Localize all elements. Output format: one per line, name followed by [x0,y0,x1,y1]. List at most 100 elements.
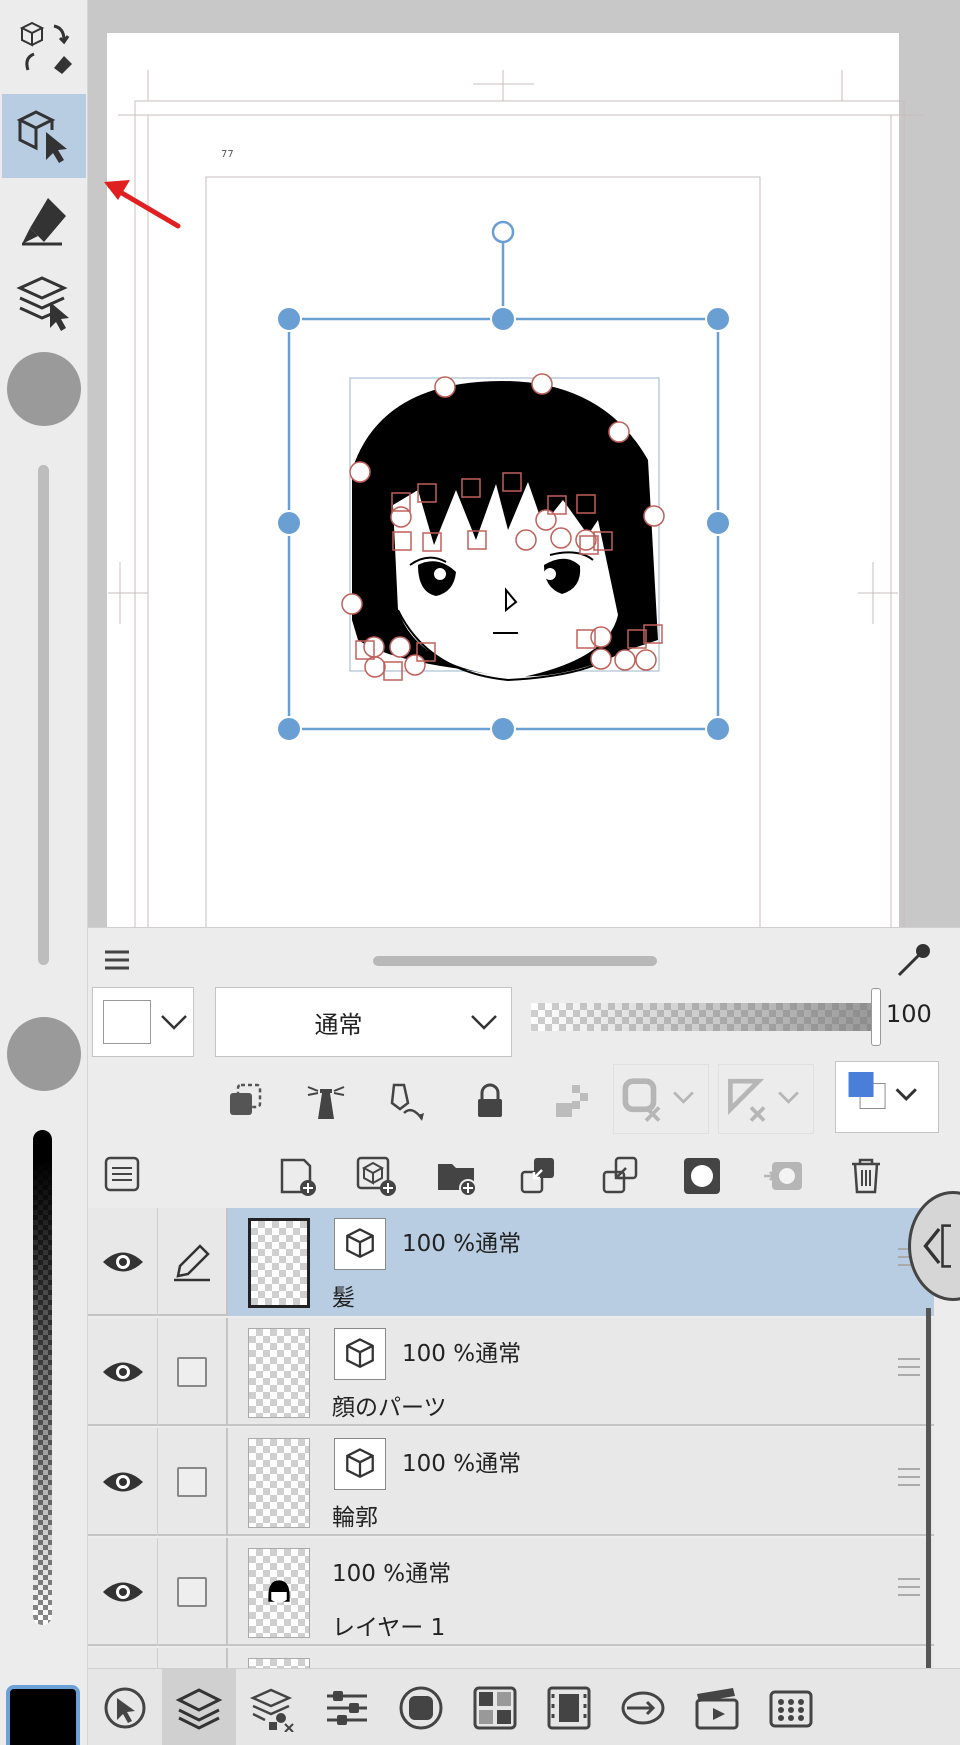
eyedropper-button[interactable] [888,936,938,986]
layer-row-main[interactable]: 100 %通常 髪 [228,1208,934,1316]
ruler-off-icon [728,1078,799,1122]
layer-thumbnail [248,1438,310,1528]
tab-layer-property[interactable] [236,1669,310,1745]
layer-name: 顔のパーツ [332,1395,447,1421]
drag-handle[interactable] [898,1358,920,1386]
brush-opacity-slider[interactable] [33,1130,52,1625]
transfer-to-lower-button[interactable] [508,1146,568,1206]
drag-handle[interactable] [898,1468,920,1496]
layer-color-select[interactable] [92,987,194,1057]
visibility-toggle[interactable] [88,1318,158,1426]
menu-icon [769,1690,813,1728]
lighthouse-icon [307,1086,345,1119]
tab-tool[interactable] [88,1669,162,1745]
clip-layer-button[interactable] [216,1071,276,1131]
color-icon [473,1686,517,1730]
canvas-drawing[interactable] [88,0,960,927]
merge-down-icon [602,1156,638,1194]
layer-property-button[interactable] [94,1146,150,1202]
layer-select-icon [16,276,69,331]
layer-row[interactable] [88,1648,934,1668]
panel-grabber[interactable] [373,956,657,966]
apply-mask-button[interactable] [754,1146,814,1206]
transform-handle-right[interactable] [705,510,731,536]
lock-icon [478,1083,502,1117]
tab-tool-property[interactable] [310,1669,384,1745]
layer-row-main[interactable]: 100 %通常 輪郭 [228,1428,934,1536]
tab-sub-tool[interactable] [384,1669,458,1745]
edit-target-checkbox[interactable] [158,1318,228,1426]
layer-color-mode-select[interactable] [835,1061,939,1133]
edit-target-checkbox[interactable] [158,1428,228,1536]
transform-handle-bottom-right[interactable] [705,716,731,742]
3d-cube-icon [346,1338,374,1368]
layer-blend-label: 100 %通常 [402,1341,522,1367]
layer-row[interactable]: 100 %通常 顔のパーツ [88,1318,934,1426]
transform-handle-left[interactable] [276,510,302,536]
visibility-toggle[interactable] [88,1538,158,1646]
clip-icon [230,1083,262,1115]
layer-opacity-handle[interactable] [871,988,881,1046]
new-folder-button[interactable] [426,1146,486,1206]
pen-icon [22,198,66,246]
layer-row[interactable]: 100 %通常 輪郭 [88,1428,934,1536]
layer-list-icon [104,1156,140,1192]
tab-timeline[interactable] [680,1669,754,1745]
layer-name: 髪 [332,1285,355,1311]
transform-handle-bottom[interactable] [490,716,516,742]
tab-menu[interactable] [754,1669,828,1745]
transform-handle-bottom-left[interactable] [276,716,302,742]
layer-row-main[interactable]: 100 %通常 レイヤー 1 [228,1538,934,1646]
layer-thumbnail [248,1218,310,1308]
delete-layer-button[interactable] [836,1146,896,1206]
tab-navigator[interactable] [606,1669,680,1745]
transform-handle-top-left[interactable] [276,306,302,332]
drag-handle[interactable] [898,1578,920,1606]
ruler-visibility-select[interactable] [718,1064,814,1134]
layer-blend-label: 100 %通常 [332,1561,452,1587]
main-color-swatch[interactable] [6,1685,80,1745]
blend-mode-select[interactable]: 通常 [215,987,512,1057]
create-mask-button[interactable] [672,1146,732,1206]
new-layer-icon [280,1158,316,1196]
panel-menu-button[interactable] [94,938,140,982]
undo-redo-button[interactable] [2,6,86,90]
visibility-toggle[interactable] [88,1208,158,1316]
brush-size-slider[interactable] [38,465,49,965]
layer-opacity-slider[interactable] [531,1003,871,1031]
layer-scrollbar[interactable] [926,1308,931,1673]
transform-handle-top[interactable] [490,306,516,332]
edit-target-indicator[interactable] [158,1208,228,1316]
lock-transparency-button[interactable] [542,1071,602,1131]
trash-icon [852,1158,880,1194]
layer-row-main[interactable]: 100 %通常 顔のパーツ [228,1318,934,1426]
transform-handle-top-right[interactable] [705,306,731,332]
hamburger-icon [105,950,129,970]
new-raster-layer-button[interactable] [266,1146,326,1206]
mask-visibility-select[interactable] [613,1064,709,1134]
reference-layer-button[interactable] [296,1071,356,1131]
layer-name: レイヤー 1 [332,1615,446,1641]
pen-tool-button[interactable] [2,180,86,264]
draft-layer-button[interactable] [376,1071,436,1131]
layer-select-button[interactable] [2,260,86,344]
new-3d-layer-button[interactable] [346,1146,406,1206]
merge-down-button[interactable] [590,1146,650,1206]
tab-layer[interactable] [162,1669,236,1745]
lock-layer-button[interactable] [460,1071,520,1131]
tab-color[interactable] [458,1669,532,1745]
canvas-area[interactable]: 77 [88,0,960,927]
tab-animation[interactable] [532,1669,606,1745]
layer-row[interactable]: 100 %通常 レイヤー 1 [88,1538,934,1646]
layer-row[interactable]: 100 %通常 髪 [88,1208,934,1316]
face-thumbnail-icon [268,1580,290,1603]
visibility-toggle[interactable] [88,1428,158,1536]
object-tool-button[interactable] [2,94,86,178]
undo-redo-icon [19,21,72,74]
rotate-handle[interactable] [491,220,515,244]
timeline-icon [695,1688,739,1730]
pen-edit-icon [174,1244,210,1282]
eye-icon [102,1472,143,1492]
edit-target-checkbox[interactable] [158,1538,228,1646]
chevron-left-icon [923,1224,951,1268]
